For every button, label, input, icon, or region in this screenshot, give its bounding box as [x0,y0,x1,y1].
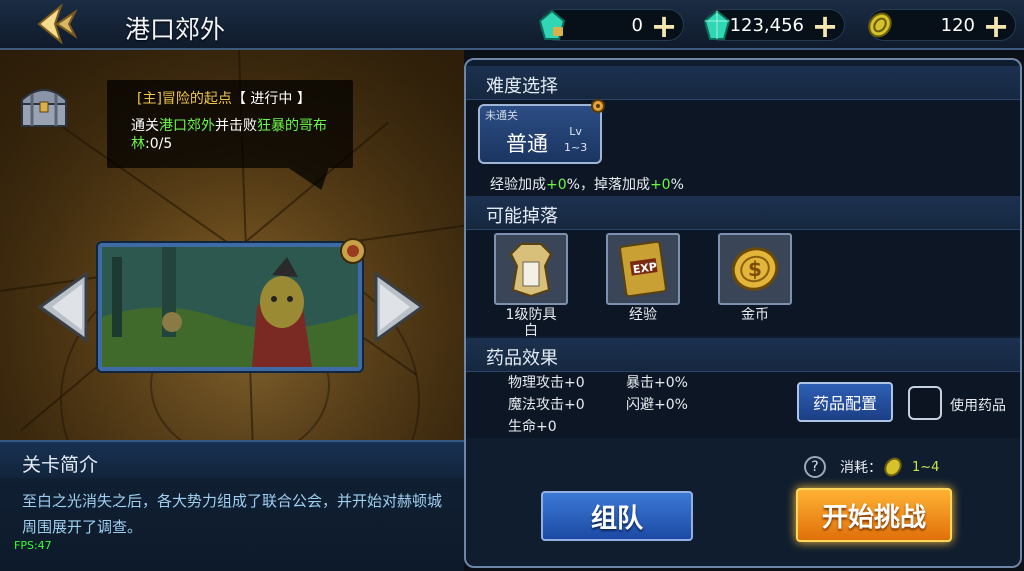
currency-value: 123,456 [729,15,804,36]
difficulty-normal-card[interactable]: 未通关 普通 Lv 1~3 [478,104,602,164]
potion-title: 药品效果 [486,348,558,369]
treasure-chest-icon[interactable] [16,80,72,130]
drop-item-label: 金币 [741,307,769,323]
quest-title: [主]冒险的起点【 进行中 】 [137,88,311,108]
stage-badge-icon [338,236,368,266]
difficulty-lock-label: 未通关 [485,109,518,122]
use-potion-label: 使用药品 [950,398,1006,414]
intro-title: 关卡简介 [22,454,99,476]
currency-crystal: 123,456 + [703,9,845,43]
potion-config-button[interactable]: 药品配置 [797,382,893,422]
svg-text:$: $ [748,257,762,281]
potion-header: 药品效果 [466,338,1020,372]
level-range: 1~3 [564,141,588,154]
stage-scene [102,247,358,367]
potion-stat-dodge: 闪避+0% [626,397,688,413]
difficulty-title: 难度选择 [486,76,558,97]
cost-label: 消耗： [840,460,882,476]
start-challenge-button[interactable]: 开始挑战 [796,488,952,542]
stage-detail-panel: 难度选择 未通关 普通 Lv 1~3 经验加成+0%，掉落加成+0% 可能掉落 … [464,58,1022,568]
stage-preview-image[interactable] [98,243,362,371]
drop-item-gold[interactable]: $ 金币 [718,233,792,323]
arrow-right-icon [374,271,425,343]
prev-stage-button[interactable] [36,270,90,344]
currency-coin: 120 + [868,9,1016,43]
potion-stat-magic-attack: 魔法攻击+0 [508,397,585,413]
quest-desc-mid: 并击败 [215,118,257,134]
gold-coin-icon: $ [718,233,792,305]
world-map: [主]冒险的起点【 进行中 】 通关港口郊外并击败狂暴的哥布林:0/5 [0,50,464,440]
quest-desc-prefix: 通关 [131,118,159,134]
level-label: Lv [569,125,582,138]
team-button[interactable]: 组队 [541,491,693,541]
gear-icon [590,98,606,114]
exp-bonus-label: 经验加成 [490,177,546,193]
currency-value: 0 [631,15,643,36]
page-title: 港口郊外 [125,15,226,44]
help-icon[interactable]: ? [804,456,826,478]
bonus-unit: % [670,177,684,193]
cost-row: ? 消耗： 1~4 [804,454,939,480]
green-crystal-lock-icon [535,7,569,43]
drop-bonus-value: +0 [649,177,671,193]
gold-coin-icon [863,7,897,43]
difficulty-name: 普通 [506,132,548,156]
drop-bonus-label: %，掉落加成 [566,177,650,193]
add-currency-button[interactable]: + [979,9,1013,43]
drop-item-armor[interactable]: 1级防具 白 [494,233,568,339]
next-stage-button[interactable] [372,270,426,344]
currency-value: 120 [940,15,975,36]
quest-description: 通关港口郊外并击败狂暴的哥布林:0/5 [131,117,345,153]
quest-name: [主]冒险的起点 [137,91,232,107]
exp-bonus-value: +0 [546,177,567,193]
arrow-left-icon [37,271,88,343]
drop-item-exp[interactable]: EXP 经验 [606,233,680,323]
back-arrow-icon [37,4,78,44]
drops-title: 可能掉落 [486,206,558,227]
quest-location: 港口郊外 [159,118,215,134]
potion-stat-critical: 暴击+0% [626,375,688,391]
difficulty-level: Lv 1~3 [564,124,587,156]
exp-book-icon: EXP [606,233,680,305]
quest-status: 【 进行中 】 [231,91,311,107]
armor-icon [494,233,568,305]
difficulty-header: 难度选择 [466,66,1020,100]
add-currency-button[interactable]: + [647,9,681,43]
back-button[interactable] [30,4,80,44]
cost-range: 1~4 [912,459,940,475]
quest-tooltip: [主]冒险的起点【 进行中 】 通关港口郊外并击败狂暴的哥布林:0/5 [107,80,353,168]
gold-coin-icon [884,457,902,477]
use-potion-checkbox[interactable] [908,386,942,420]
potion-stat-physical-attack: 物理攻击+0 [508,375,585,391]
drop-item-label: 经验 [629,307,657,323]
bonus-text: 经验加成+0%，掉落加成+0% [490,174,684,194]
fps-counter: FPS:47 [14,539,52,552]
currency-locked-crystal: 0 + [538,9,684,43]
add-currency-button[interactable]: + [808,9,842,43]
intro-header: 关卡简介 [0,440,464,478]
drop-label-text: 1级防具 白 [505,307,557,339]
drops-header: 可能掉落 [466,196,1020,230]
intro-text: 至白之光消失之后，各大势力组成了联合公会，并开始对赫顿城周围展开了调查。 [22,492,443,536]
screen: 港口郊外 0 + 123,456 + 120 + [主]冒险的起点【 进行中 】… [0,0,1024,571]
quest-progress: :0/5 [145,136,173,152]
stage-intro: 关卡简介 至白之光消失之后，各大势力组成了联合公会，并开始对赫顿城周围展开了调查… [0,440,464,571]
drop-item-label: 1级防具 白 [494,307,568,339]
top-bar: 港口郊外 0 + 123,456 + 120 + [0,0,1024,50]
potion-stat-hp: 生命+0 [508,419,557,435]
